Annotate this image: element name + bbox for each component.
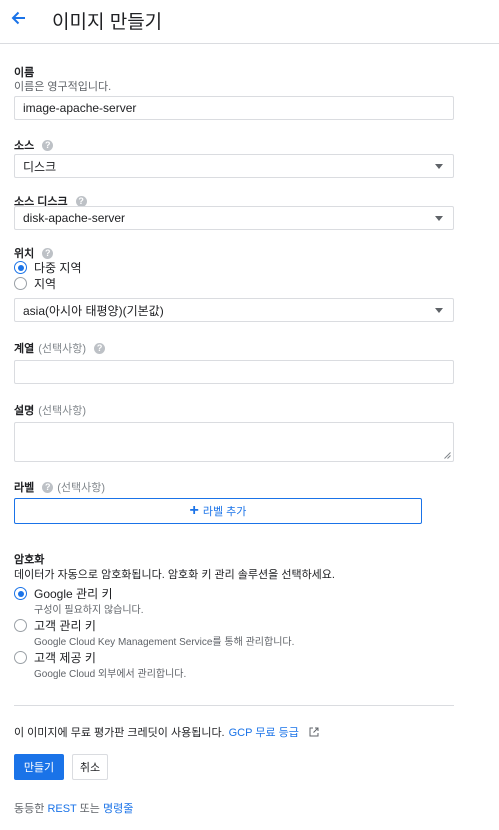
family-label-text: 계열 <box>14 343 35 355</box>
optional-tag: (선택사항) <box>57 482 106 494</box>
command-line-link[interactable]: 명령줄 <box>103 803 133 815</box>
source-disk-select[interactable]: disk-apache-server <box>14 206 454 230</box>
region-select[interactable]: asia(아시아 태평양)(기본값) <box>14 298 454 322</box>
encryption-option-title: 고객 제공 키 <box>34 651 96 665</box>
help-icon[interactable]: ? <box>94 342 106 354</box>
caret-down-icon <box>435 163 443 169</box>
radio-button-checked[interactable] <box>14 587 27 600</box>
encryption-option-desc: 구성이 필요하지 않습니다. <box>34 605 144 616</box>
caret-down-icon <box>435 215 443 221</box>
gcp-free-tier-link[interactable]: GCP 무료 등급 <box>229 724 299 740</box>
description-textarea[interactable] <box>14 422 454 462</box>
radio-button-checked[interactable] <box>14 261 27 274</box>
create-button[interactable]: 만들기 <box>14 754 64 780</box>
source-label: 소스 ? <box>14 137 54 153</box>
encryption-radio-google-managed[interactable]: Google 관리 키 <box>14 585 112 602</box>
help-icon[interactable]: ? <box>42 139 54 151</box>
family-label: 계열 (선택사항) ? <box>14 340 106 356</box>
source-disk-select-value: disk-apache-server <box>23 211 126 225</box>
radio-button[interactable] <box>14 619 27 632</box>
source-select[interactable]: 디스크 <box>14 154 454 178</box>
region-select-value: asia(아시아 태평양)(기본값) <box>23 303 164 318</box>
help-icon[interactable]: ? <box>75 195 87 207</box>
location-radio-region[interactable]: 지역 <box>14 275 56 292</box>
resize-handle-icon[interactable] <box>444 452 451 459</box>
page-title: 이미지 만들기 <box>52 12 163 33</box>
equivalent-or: 또는 <box>79 803 100 815</box>
optional-tag: (선택사항) <box>38 343 87 355</box>
encryption-label: 암호화 <box>14 551 44 567</box>
encryption-radio-customer-supplied[interactable]: 고객 제공 키 <box>14 649 96 666</box>
description-label-text: 설명 <box>14 405 35 417</box>
credit-text: 이 이미지에 무료 평가판 크레딧이 사용됩니다. <box>14 727 225 739</box>
optional-tag: (선택사항) <box>38 405 87 417</box>
caret-down-icon <box>435 307 443 313</box>
rest-link[interactable]: REST <box>47 803 76 815</box>
labels-label-text: 라벨 <box>14 482 35 494</box>
location-radio-multi-region[interactable]: 다중 지역 <box>14 259 82 276</box>
encryption-option-title: Google 관리 키 <box>34 587 113 601</box>
plus-icon: + <box>189 502 199 519</box>
source-label-text: 소스 <box>14 140 35 152</box>
encryption-option-desc: Google Cloud Key Management Service를 통해 … <box>34 637 295 648</box>
name-input[interactable]: image-apache-server <box>14 96 454 120</box>
help-icon[interactable]: ? <box>42 481 54 493</box>
divider <box>14 705 454 706</box>
page-header: 이미지 만들기 <box>0 0 499 44</box>
add-label-button[interactable]: + 라벨 추가 <box>14 498 422 524</box>
add-label-button-text: 라벨 추가 <box>202 506 247 518</box>
radio-button[interactable] <box>14 651 27 664</box>
back-arrow-icon[interactable] <box>8 8 28 28</box>
encryption-label-text: 암호화 <box>14 554 45 566</box>
encryption-option-desc: Google Cloud 외부에서 관리합니다. <box>34 669 187 680</box>
family-input[interactable] <box>14 360 454 384</box>
description-label: 설명 (선택사항) <box>14 402 86 418</box>
radio-button[interactable] <box>14 277 27 290</box>
encryption-option-title: 고객 관리 키 <box>34 619 96 633</box>
equivalent-prefix: 동등한 <box>14 803 45 815</box>
location-option-label: 지역 <box>34 277 57 291</box>
encryption-hint: 데이터가 자동으로 암호화됩니다. 암호화 키 관리 솔루션을 선택하세요. <box>14 569 335 581</box>
equivalent-rest-cli: 동등한 REST 또는 명령줄 <box>14 800 133 816</box>
free-trial-credit-note: 이 이미지에 무료 평가판 크레딧이 사용됩니다. GCP 무료 등급 <box>14 724 319 740</box>
cancel-button[interactable]: 취소 <box>72 754 108 780</box>
help-icon[interactable]: ? <box>42 247 54 259</box>
external-link-icon[interactable] <box>309 727 319 737</box>
source-select-value: 디스크 <box>23 159 57 174</box>
name-hint: 이름은 영구적입니다. <box>14 81 112 93</box>
location-option-label: 다중 지역 <box>34 261 82 275</box>
labels-label: 라벨 ? (선택사항) <box>14 479 105 495</box>
encryption-radio-customer-managed[interactable]: 고객 관리 키 <box>14 617 96 634</box>
